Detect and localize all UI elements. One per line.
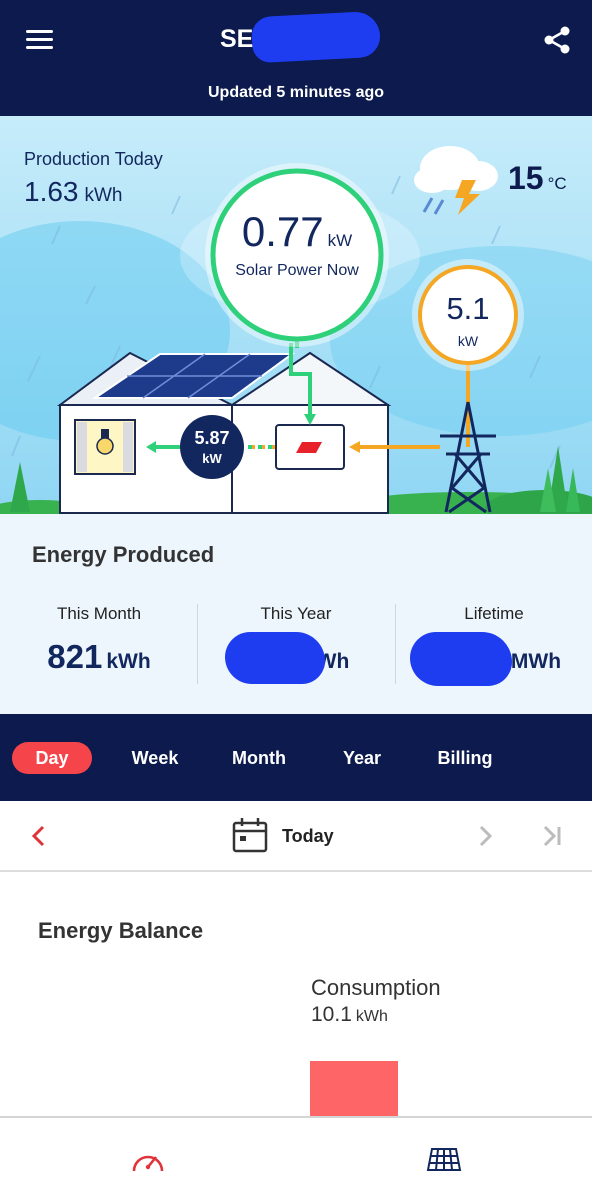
calendar-icon[interactable] — [231, 816, 269, 854]
tab-year[interactable]: Year — [322, 742, 402, 774]
energy-produced-panel: Energy Produced This Month 821 kWh This Y… — [0, 514, 592, 714]
this-month-value: 821 kWh — [47, 638, 151, 675]
date-label[interactable]: Today — [282, 826, 334, 847]
grid-power-widget[interactable]: 5.1 kW — [420, 267, 516, 363]
production-today-label: Production Today — [24, 149, 163, 169]
site-title[interactable]: SE — [220, 25, 253, 54]
redacted-site-name — [250, 10, 382, 64]
redacted-lifetime-value — [410, 632, 512, 686]
this-month-stat: This Month 821 kWh — [0, 604, 198, 676]
load-power-value: 5.87 — [194, 428, 230, 448]
share-icon[interactable] — [541, 24, 573, 56]
solar-power-now-widget[interactable]: 0.77 kW Solar Power Now — [212, 170, 382, 340]
consumption-label: Consumption — [311, 975, 441, 1000]
app-header: SE Updated 5 minutes ago — [0, 0, 592, 116]
tab-month[interactable]: Month — [219, 742, 299, 774]
solar-panel-layout-icon[interactable] — [426, 1146, 462, 1174]
hamburger-menu-icon[interactable] — [24, 28, 56, 52]
redacted-this-year-value — [225, 632, 325, 684]
solar-power-label: Solar Power Now — [235, 262, 359, 279]
energy-produced-title: Energy Produced — [32, 542, 215, 567]
date-navigator: Today — [0, 801, 592, 872]
jump-to-latest-icon[interactable] — [540, 823, 564, 849]
temperature: 15 °C — [508, 160, 567, 196]
period-tabs: Day Week Month Year Billing — [0, 714, 592, 801]
tab-billing[interactable]: Billing — [425, 742, 505, 774]
load-power-unit: kW — [202, 451, 222, 466]
consumption-value: 10.1 kWh — [311, 1003, 388, 1026]
previous-chevron-icon[interactable] — [28, 823, 48, 849]
energy-balance-title: Energy Balance — [38, 918, 204, 943]
last-updated-text: Updated 5 minutes ago — [207, 84, 385, 101]
grid-power-unit: kW — [457, 333, 479, 349]
production-today-value: 1.63 kWh — [24, 176, 123, 207]
next-chevron-icon[interactable] — [476, 823, 496, 849]
consumption-bar — [310, 1061, 398, 1116]
solar-power-value: 0.77 kW — [241, 208, 353, 255]
lifetime-label: Lifetime — [464, 604, 524, 623]
dashboard-gauge-icon[interactable] — [130, 1146, 166, 1174]
bottom-navigation — [0, 1116, 592, 1202]
grid-power-value: 5.1 — [446, 291, 490, 326]
tab-week[interactable]: Week — [115, 742, 195, 774]
tab-day[interactable]: Day — [12, 742, 92, 774]
this-month-label: This Month — [56, 604, 142, 623]
this-year-label: This Year — [260, 604, 332, 623]
